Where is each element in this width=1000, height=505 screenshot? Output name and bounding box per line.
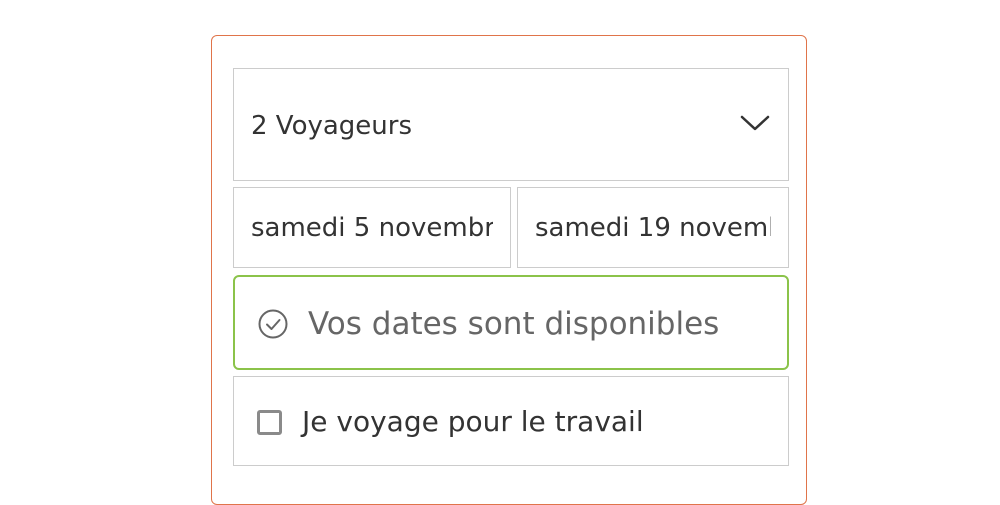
travelers-value: 2 Voyageurs bbox=[251, 111, 413, 141]
end-date-input[interactable] bbox=[518, 188, 788, 267]
availability-message: Vos dates sont disponibles bbox=[308, 306, 720, 342]
start-date-field[interactable] bbox=[233, 187, 511, 268]
check-circle-icon bbox=[258, 309, 288, 339]
availability-status: Vos dates sont disponibles bbox=[233, 275, 789, 370]
business-travel-option[interactable]: Je voyage pour le travail bbox=[233, 376, 789, 466]
chevron-down-icon bbox=[740, 115, 770, 131]
business-travel-label: Je voyage pour le travail bbox=[302, 405, 644, 438]
business-travel-checkbox[interactable] bbox=[257, 410, 282, 435]
travelers-select[interactable]: 2 Voyageurs bbox=[233, 68, 789, 181]
end-date-field[interactable] bbox=[517, 187, 789, 268]
start-date-input[interactable] bbox=[234, 188, 510, 267]
